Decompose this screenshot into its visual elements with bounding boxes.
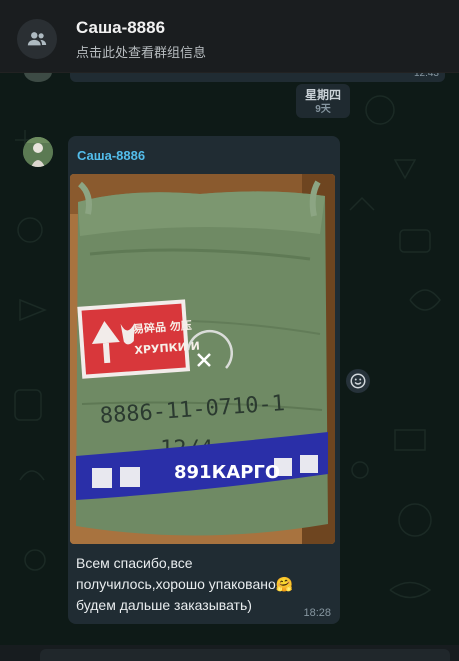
day-divider-label: 星期四 bbox=[304, 88, 341, 102]
composer-input[interactable] bbox=[40, 649, 450, 661]
day-divider: 星期四 9天 bbox=[296, 84, 350, 118]
package-photo: 易碎品 勿压 ХРУПКИ И 8886-11-0710-1 12/4 891К… bbox=[70, 174, 335, 544]
composer-area bbox=[0, 645, 459, 661]
day-divider-sub: 9天 bbox=[315, 104, 331, 115]
message-time: 18:28 bbox=[303, 607, 331, 619]
message-photo[interactable]: 易碎品 勿压 ХРУПКИ И 8886-11-0710-1 12/4 891К… bbox=[70, 174, 335, 544]
chat-subtitle[interactable]: 点击此处查看群组信息 bbox=[76, 42, 206, 61]
sender-avatar-image bbox=[23, 137, 53, 167]
chat-header[interactable]: Саша-8886 点击此处查看群组信息 bbox=[0, 0, 459, 73]
message-sender[interactable]: Саша-8886 bbox=[77, 148, 145, 163]
message-bubble[interactable]: Саша-8886 易碎品 勿压 ХРУПКИ И 8886-11-0710-1… bbox=[68, 136, 340, 624]
emoji-icon bbox=[350, 373, 366, 389]
reaction-button[interactable] bbox=[346, 369, 370, 393]
chat-window: Саша-8886 点击此处查看群组信息 12:43 星期四 9天 Саша-8… bbox=[0, 0, 459, 661]
chat-title[interactable]: Саша-8886 bbox=[76, 18, 165, 38]
message-text: Всем спасибо,все получилось,хорошо упако… bbox=[76, 555, 294, 613]
sender-avatar[interactable] bbox=[23, 137, 53, 167]
band-brand: 891КАРГО bbox=[174, 462, 280, 483]
group-icon bbox=[27, 32, 47, 46]
group-avatar[interactable] bbox=[17, 19, 57, 59]
